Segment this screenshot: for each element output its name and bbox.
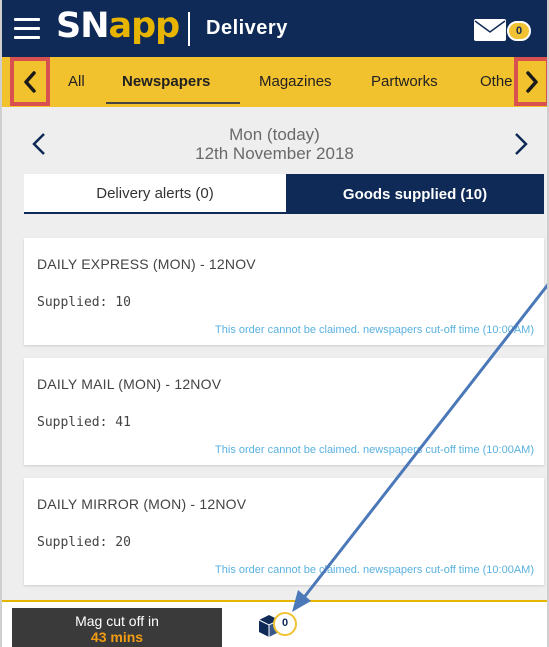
mag-cutoff-timer: Mag cut off in 43 mins (12, 608, 222, 647)
mag-cutoff-label: Mag cut off in (75, 613, 159, 629)
date-selector: Mon (today) 12th November 2018 (2, 107, 547, 174)
order-supplied: Supplied: 41 (37, 415, 131, 430)
tab-all[interactable]: All (68, 73, 85, 90)
tabs-scroll-left-button[interactable] (10, 57, 50, 106)
order-note: This order cannot be claimed. newspapers… (215, 324, 534, 336)
list-item[interactable]: DAILY MIRROR (MON) - 12NOV Supplied: 20 … (24, 478, 544, 585)
order-title: DAILY EXPRESS (MON) - 12NOV (37, 256, 256, 272)
tab-delivery-alerts[interactable]: Delivery alerts (0) (24, 174, 286, 214)
tab-magazines[interactable]: Magazines (259, 73, 332, 90)
menu-icon[interactable] (14, 18, 40, 40)
app-header: SNapp Delivery 0 (2, 0, 547, 57)
app-logo: SNapp (56, 6, 180, 46)
order-supplied: Supplied: 10 (37, 295, 131, 310)
box-count-badge: 0 (273, 612, 297, 636)
date-full-label: 12th November 2018 (195, 144, 354, 163)
logo-divider (188, 12, 190, 46)
active-tab-indicator (106, 102, 240, 104)
next-day-button[interactable] (514, 132, 528, 161)
tab-goods-supplied[interactable]: Goods supplied (10) (286, 174, 544, 214)
order-title: DAILY MAIL (MON) - 12NOV (37, 376, 222, 392)
order-supplied: Supplied: 20 (37, 535, 131, 550)
orders-list: DAILY EXPRESS (MON) - 12NOV Supplied: 10… (2, 214, 547, 600)
tab-other[interactable]: Othe (480, 73, 513, 90)
mail-count-badge: 0 (507, 21, 531, 41)
order-title: DAILY MIRROR (MON) - 12NOV (37, 496, 247, 512)
app-frame: SNapp Delivery 0 All Newspapers Magazine… (0, 0, 549, 647)
chevron-left-icon (24, 70, 36, 93)
bottom-bar: Mag cut off in 43 mins 0 (2, 600, 547, 647)
date-day-label: Mon (today) (229, 125, 320, 144)
mail-icon[interactable] (474, 19, 506, 41)
chevron-right-icon (526, 70, 538, 93)
page-title: Delivery (206, 17, 288, 39)
category-tabs: All Newspapers Magazines Partworks Othe (2, 57, 547, 107)
order-note: This order cannot be claimed. newspapers… (215, 444, 534, 456)
tab-partworks[interactable]: Partworks (371, 73, 438, 90)
order-note: This order cannot be claimed. newspapers… (215, 564, 534, 576)
list-item[interactable]: DAILY EXPRESS (MON) - 12NOV Supplied: 10… (24, 238, 544, 345)
list-item[interactable]: DAILY MAIL (MON) - 12NOV Supplied: 41 Th… (24, 358, 544, 465)
tabs-scroll-right-button[interactable] (514, 57, 547, 106)
chevron-right-icon (515, 133, 528, 155)
tab-newspapers[interactable]: Newspapers (122, 73, 210, 90)
mag-cutoff-value: 43 mins (90, 629, 144, 645)
